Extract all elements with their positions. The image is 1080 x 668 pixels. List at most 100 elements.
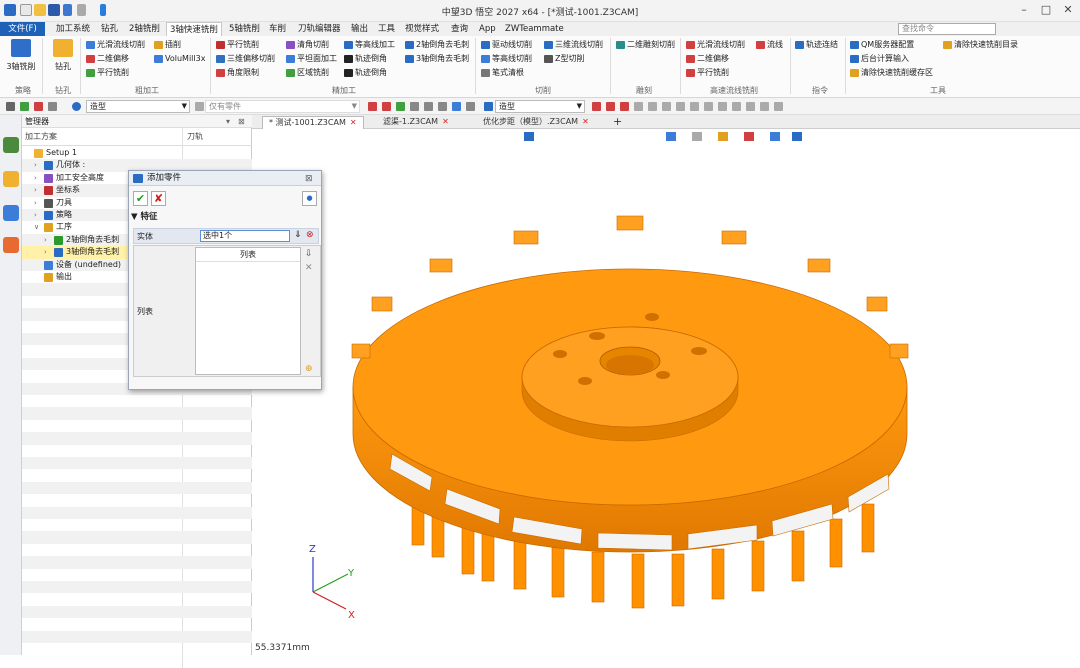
sketch-icon-11[interactable]: [732, 102, 741, 111]
menu-tools[interactable]: 工具: [375, 22, 398, 36]
background-calc-button[interactable]: 后台计算输入: [850, 54, 909, 64]
user-icon[interactable]: [3, 237, 19, 253]
dialog-close-icon[interactable]: ⊠: [305, 172, 313, 187]
sketch-icon-3[interactable]: [620, 102, 629, 111]
sketch-icon-9[interactable]: [704, 102, 713, 111]
snap-icon-7[interactable]: [452, 102, 461, 111]
parts-select[interactable]: 仅有零件 ▼: [205, 100, 360, 113]
tree-toggle-icon[interactable]: ›: [34, 197, 42, 209]
solid-input[interactable]: 选中1个: [200, 230, 290, 242]
snap-icon-3[interactable]: [396, 102, 405, 111]
hs-parallel-button[interactable]: 平行铣削: [686, 68, 729, 78]
clear-directory-button[interactable]: 清除快速铣削目录: [943, 40, 1018, 50]
help-icon[interactable]: ⊕: [305, 364, 313, 374]
2d-engrave-button[interactable]: 二维雕刻切削: [616, 40, 675, 50]
smooth-flowline-button[interactable]: 光滑流线切削: [86, 40, 145, 50]
cancel-button[interactable]: ✘: [151, 191, 166, 206]
drill-button[interactable]: 钻孔: [46, 39, 80, 72]
filter-select[interactable]: 造型 ▼: [86, 100, 190, 113]
panel-pin-icon[interactable]: ▾: [226, 117, 230, 126]
2d-offset-button[interactable]: 二维偏移: [86, 54, 129, 64]
menu-app[interactable]: App: [476, 22, 499, 36]
snap-icon-2[interactable]: [382, 102, 391, 111]
parts-filter-icon[interactable]: [195, 102, 204, 111]
pick-icon[interactable]: [48, 102, 57, 111]
move-icon[interactable]: [6, 102, 15, 111]
menu-query[interactable]: 查询: [448, 22, 471, 36]
flat-face-button[interactable]: 平坦面加工: [286, 54, 337, 64]
col-plan-header[interactable]: 加工方案: [25, 131, 57, 142]
pencil-clean-button[interactable]: 笔式清根: [481, 68, 524, 78]
add-icon[interactable]: [20, 102, 29, 111]
sketch-icon-8[interactable]: [690, 102, 699, 111]
filter-icon[interactable]: [72, 102, 81, 111]
tab-optimize-step[interactable]: 优化步距（模型）.Z3CAM ✕: [477, 116, 595, 129]
flowline-button[interactable]: 流线: [756, 40, 783, 50]
tab-close-icon[interactable]: ✕: [350, 118, 357, 127]
tree-toggle-icon[interactable]: ›: [44, 246, 52, 258]
hs-2d-offset-button[interactable]: 二维偏移: [686, 54, 729, 64]
tree-row[interactable]: Setup 1: [22, 147, 252, 159]
parallel-cut-button[interactable]: 平行铣削: [216, 40, 259, 50]
angle-limit-button[interactable]: 角度限制: [216, 68, 259, 78]
contour-cut-button[interactable]: 等高线切削: [481, 54, 532, 64]
panel-close-icon[interactable]: ⊠: [238, 117, 245, 126]
tab-test-1001[interactable]: * 测试-1001.Z3CAM ✕: [262, 116, 364, 129]
sketch-icon-14[interactable]: [774, 102, 783, 111]
tree-toggle-icon[interactable]: ›: [34, 209, 42, 221]
3axis-milling-button[interactable]: 3轴铣削: [4, 39, 38, 72]
link-toolpath-button[interactable]: 轨迹连结: [795, 40, 838, 50]
menu-3axis-fast[interactable]: 3轴快速铣削: [166, 22, 222, 36]
parallel-milling-button[interactable]: 平行铣削: [86, 68, 129, 78]
snap-icon-6[interactable]: [438, 102, 447, 111]
3axis-deburr-button[interactable]: 3轴倒角去毛刺: [405, 54, 469, 64]
3d-offset-button[interactable]: 三维偏移切削: [216, 54, 275, 64]
trace-chamfer-button-1[interactable]: 轨迹倒角: [344, 54, 387, 64]
hs-smooth-flowline-button[interactable]: 光滑流线切削: [686, 40, 745, 50]
view-filter-icon[interactable]: [484, 102, 493, 111]
snap-icon-8[interactable]: [466, 102, 475, 111]
tree-toggle-icon[interactable]: ›: [34, 159, 42, 171]
sketch-icon-12[interactable]: [746, 102, 755, 111]
clear-cache-button[interactable]: 清除快速铣削缓存区: [850, 68, 933, 78]
view-filter-select[interactable]: 造型 ▼: [495, 100, 585, 113]
sketch-icon-6[interactable]: [662, 102, 671, 111]
sketch-icon-2[interactable]: [606, 102, 615, 111]
drive-curve-button[interactable]: 驱动线切削: [481, 40, 532, 50]
tree-toggle-icon[interactable]: ∨: [34, 221, 42, 233]
snap-icon-1[interactable]: [368, 102, 377, 111]
z-cut-button[interactable]: Z型切削: [544, 54, 584, 64]
volumill-button[interactable]: VoluMill3x: [154, 54, 205, 64]
menu-turning[interactable]: 车削: [266, 22, 289, 36]
menu-drilling[interactable]: 钻孔: [98, 22, 121, 36]
history-icon[interactable]: [3, 171, 19, 187]
2axis-deburr-button[interactable]: 2轴倒角去毛刺: [405, 40, 469, 50]
menu-5axis[interactable]: 5轴铣削: [226, 22, 263, 36]
trace-chamfer-button-2[interactable]: 轨迹倒角: [344, 68, 387, 78]
command-search-input[interactable]: 查找命令: [898, 23, 996, 35]
tree-toggle-icon[interactable]: ›: [34, 184, 42, 196]
3d-flowline-button[interactable]: 三维流线切削: [544, 40, 603, 50]
view-manager-icon[interactable]: [3, 205, 19, 221]
qm-server-config-button[interactable]: QM服务器配置: [850, 40, 914, 50]
menu-file[interactable]: 文件(F): [0, 22, 45, 36]
zlevel-button[interactable]: 等高线加工: [344, 40, 395, 50]
menu-zwteammate[interactable]: ZWTeammate: [502, 22, 567, 36]
tab-close-icon[interactable]: ✕: [442, 117, 449, 126]
snap-icon-5[interactable]: [424, 102, 433, 111]
area-milling-button[interactable]: 区域铣削: [286, 68, 329, 78]
sketch-icon-4[interactable]: [634, 102, 643, 111]
sketch-icon-5[interactable]: [648, 102, 657, 111]
tree-toggle-icon[interactable]: ›: [44, 234, 52, 246]
tab-filter-1[interactable]: 滤渠-1.Z3CAM ✕: [377, 116, 455, 129]
sketch-icon-13[interactable]: [760, 102, 769, 111]
close-button[interactable]: ✕: [1060, 3, 1076, 18]
3d-viewport[interactable]: Z Y X: [252, 129, 1080, 655]
new-tab-button[interactable]: +: [607, 116, 628, 129]
minimize-button[interactable]: –: [1016, 3, 1032, 18]
sketch-icon-10[interactable]: [718, 102, 727, 111]
remove-icon[interactable]: [34, 102, 43, 111]
snap-icon-4[interactable]: [410, 102, 419, 111]
menu-visual-style[interactable]: 视觉样式: [402, 22, 442, 36]
clear-list-icon[interactable]: ✕: [305, 263, 313, 273]
